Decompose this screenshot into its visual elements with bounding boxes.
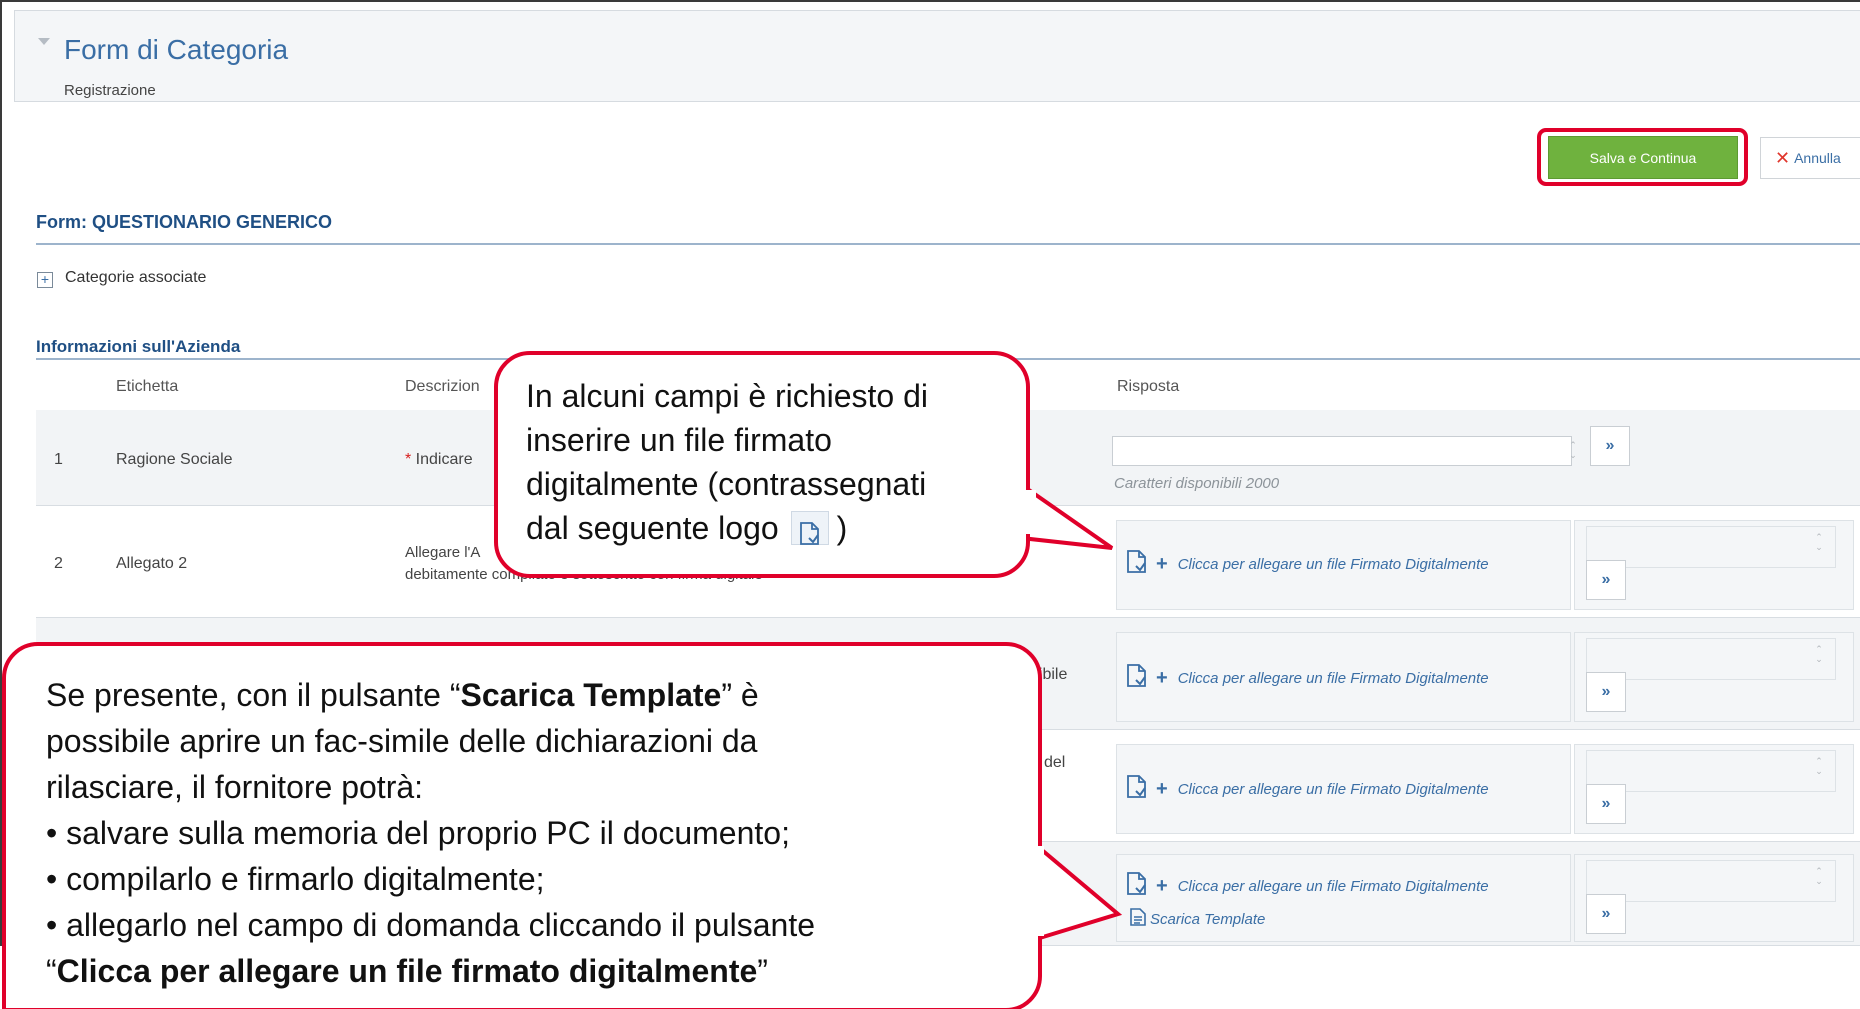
callout-line: inserire un file firmato (526, 422, 832, 458)
callout-line: In alcuni campi è richiesto di (526, 378, 928, 414)
callout-line: digitalmente (contrassegnati (526, 466, 927, 502)
callout-line: dal seguente logo ) (526, 510, 848, 546)
callout-bullet: • allegarlo nel campo di domanda cliccan… (46, 907, 815, 943)
callout-joint (1010, 490, 1036, 534)
callout-paragraph: Se presente, con il pulsante “Scarica Te… (46, 677, 759, 713)
callout-paragraph: rilasciare, il fornitore potrà: (46, 769, 424, 805)
callout-bullet: • compilarlo e firmarlo digitalmente; (46, 861, 545, 897)
callout-bullet: • salvare sulla memoria del proprio PC i… (46, 815, 790, 851)
callout-paragraph: possibile aprire un fac-simile delle dic… (46, 723, 758, 759)
callout-joint (1020, 846, 1044, 936)
callout-bullet: “Clicca per allegare un file firmato dig… (46, 953, 768, 989)
signed-file-icon (790, 511, 829, 545)
